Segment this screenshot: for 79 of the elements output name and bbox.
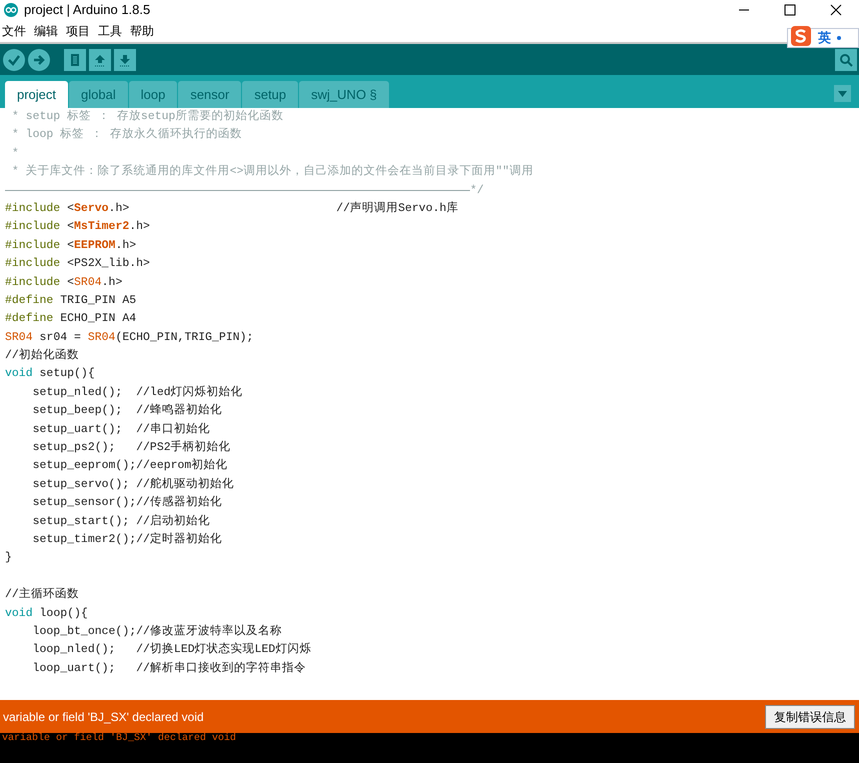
arrow-right-icon bbox=[32, 52, 46, 66]
code-token: #include bbox=[5, 274, 62, 291]
code-token: * 关于库文件：除了系统通用的库文件用<>调用以外，自己添加的文件会在当前目录下面用""调用 bbox=[10, 163, 534, 180]
code-token: EEPROM bbox=[74, 238, 116, 254]
code-token: void bbox=[5, 366, 34, 382]
code-token: .h> //声明调用Servo.h库 bbox=[108, 200, 458, 217]
ime-mode-label[interactable]: 英 bbox=[818, 28, 831, 48]
code-token: #include bbox=[5, 219, 62, 236]
code-token: #define bbox=[5, 292, 54, 309]
window-title: project | Arduino 1.8.5 bbox=[24, 1, 150, 20]
code-token: sr04 = bbox=[38, 330, 82, 346]
code-token: #include bbox=[5, 238, 62, 254]
upload-button[interactable] bbox=[28, 48, 50, 70]
app-logo-icon bbox=[4, 3, 18, 17]
code-token: setup_beep(); //蜂鸣器初始化 bbox=[32, 402, 222, 420]
code-token: setup_start(); //启动初始化 bbox=[32, 513, 210, 530]
code-token: * setup 标签 ： 存放setup所需要的初始化函数 bbox=[10, 108, 284, 125]
code-token: < bbox=[67, 238, 74, 254]
save-button[interactable] bbox=[114, 48, 136, 70]
code-token: loop_bt_once();//修改蓝牙波特率以及名称 bbox=[32, 624, 282, 640]
caret-down-icon bbox=[838, 90, 847, 96]
code-token: //主循环函数 bbox=[5, 586, 79, 604]
code-token: .h> bbox=[102, 274, 122, 291]
code-token: <PS2X_lib.h> bbox=[67, 256, 150, 272]
code-token: setup_servo(); //舵机驱动初始化 bbox=[32, 476, 234, 493]
code-token: * bbox=[10, 146, 19, 162]
verify-button[interactable] bbox=[3, 48, 25, 70]
code-token: < bbox=[67, 219, 74, 236]
code-token: (ECHO_PIN,TRIG_PIN); bbox=[115, 330, 254, 346]
open-button[interactable] bbox=[89, 48, 111, 70]
code-token: ECHO_PIN A4 bbox=[60, 311, 136, 328]
code-token: setup_eeprom();//eeprom初始化 bbox=[32, 457, 228, 474]
checkmark-icon bbox=[7, 52, 21, 66]
code-token: < bbox=[67, 274, 74, 291]
code-token: void bbox=[5, 606, 34, 622]
menu-item[interactable]: 文件 bbox=[2, 22, 26, 40]
code-token: loop_uart(); //解析串口接收到的字符串指令 bbox=[32, 660, 306, 677]
menu-item[interactable]: 帮助 bbox=[130, 22, 154, 40]
code-token: setup_nled(); //led灯闪烁初始化 bbox=[32, 384, 243, 401]
editor-tab[interactable]: project bbox=[5, 81, 68, 108]
code-token: .h> bbox=[115, 238, 136, 254]
menu-item[interactable]: 工具 bbox=[98, 22, 122, 40]
menu-item[interactable]: 项目 bbox=[66, 22, 90, 40]
error-message: variable or field 'BJ_SX' declared void bbox=[3, 708, 205, 726]
code-token: } bbox=[5, 550, 12, 566]
code-token: TRIG_PIN A5 bbox=[60, 292, 136, 309]
code-token: setup(){ bbox=[40, 366, 95, 382]
code-token: #define bbox=[5, 311, 54, 328]
code-token: Servo bbox=[74, 200, 109, 217]
maximize-icon bbox=[784, 4, 796, 16]
document-icon bbox=[69, 52, 81, 66]
code-token: setup_timer2();//定时器初始化 bbox=[32, 531, 222, 548]
dot-icon bbox=[837, 36, 841, 40]
copy-error-button[interactable]: 复制错误信息 bbox=[765, 704, 855, 728]
code-token: .h> bbox=[129, 219, 150, 236]
serial-monitor-button[interactable] bbox=[835, 48, 857, 70]
arrow-down-icon bbox=[118, 52, 132, 66]
code-token: < bbox=[67, 200, 74, 217]
menu-item[interactable]: 编辑 bbox=[34, 22, 58, 40]
comment-end: */ bbox=[470, 182, 484, 199]
magnifier-icon bbox=[839, 52, 853, 66]
code-token: loop_nled(); //切换LED灯状态实现LED灯闪烁 bbox=[32, 641, 312, 658]
code-token: MsTimer2 bbox=[74, 219, 130, 236]
new-file-button[interactable] bbox=[64, 48, 86, 70]
code-token: #include bbox=[5, 200, 62, 217]
arrow-up-icon bbox=[93, 52, 107, 66]
code-token: setup_sensor();//传感器初始化 bbox=[32, 494, 222, 512]
code-token: SR04 bbox=[88, 330, 116, 346]
close-icon bbox=[830, 4, 842, 16]
code-token: * loop 标签 ： 存放永久循环执行的函数 bbox=[10, 126, 242, 144]
code-token: SR04 bbox=[74, 274, 102, 291]
console-line: variable or field 'BJ_SX' declared void bbox=[2, 733, 238, 745]
code-token: setup_ps2(); //PS2手柄初始化 bbox=[32, 439, 231, 456]
code-token: //初始化函数 bbox=[5, 347, 79, 364]
code-token: setup_uart(); //串口初始化 bbox=[32, 421, 210, 438]
code-token: SR04 bbox=[5, 330, 33, 346]
code-token: #include bbox=[5, 256, 62, 272]
code-token: loop(){ bbox=[40, 606, 88, 622]
tab-menu-button[interactable] bbox=[834, 85, 851, 102]
